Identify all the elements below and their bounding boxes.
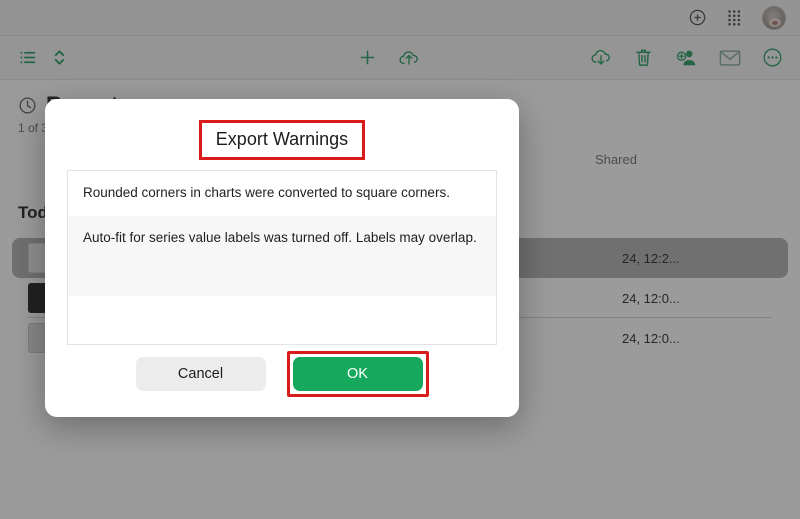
list-item: Rounded corners in charts were converted… [83,185,450,200]
dialog-actions: Cancel OK [45,351,519,397]
export-warnings-dialog: Export Warnings Rounded corners in chart… [45,99,519,417]
dialog-title: Export Warnings [198,120,366,160]
warnings-list[interactable]: Rounded corners in charts were converted… [67,170,497,345]
ok-button[interactable]: OK [292,357,423,391]
dialog-title-row: Export Warnings [45,120,519,160]
ok-button-annotation: OK [286,351,429,397]
list-item: Auto-fit for series value labels was tur… [68,215,496,261]
cancel-button[interactable]: Cancel [135,357,266,391]
list-filler-row [68,296,496,344]
app-root: Recents 1 of 3 Shared Today 24, 12:2... … [0,0,800,519]
list-filler-row [68,260,496,297]
